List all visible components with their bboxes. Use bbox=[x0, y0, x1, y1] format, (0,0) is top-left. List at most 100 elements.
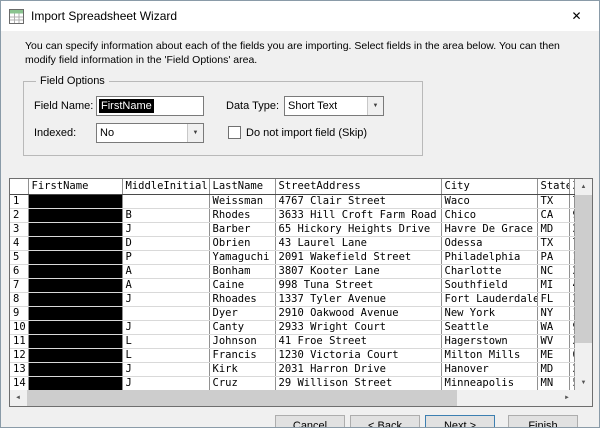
back-button[interactable]: < Back bbox=[350, 415, 420, 428]
cell[interactable] bbox=[122, 194, 209, 208]
cell[interactable]: 1230 Victoria Court bbox=[275, 348, 441, 362]
column-header[interactable]: State bbox=[537, 179, 569, 194]
cell[interactable]: WA bbox=[537, 320, 569, 334]
cell[interactable]: 9 bbox=[569, 208, 575, 222]
next-button[interactable]: Next > bbox=[425, 415, 495, 428]
cell[interactable]: WV bbox=[537, 334, 569, 348]
cell[interactable]: Timothy bbox=[28, 334, 122, 348]
cell[interactable]: 3 bbox=[569, 292, 575, 306]
cell[interactable]: 2 bbox=[569, 222, 575, 236]
cell[interactable]: B bbox=[122, 208, 209, 222]
horizontal-scrollbar-thumb[interactable] bbox=[27, 390, 457, 406]
cell[interactable]: PA bbox=[537, 250, 569, 264]
vertical-scrollbar-thumb[interactable] bbox=[575, 195, 592, 343]
column-header[interactable]: LastName bbox=[209, 179, 275, 194]
field-name-input[interactable]: FirstName bbox=[96, 96, 204, 116]
cell[interactable]: Johnson bbox=[209, 334, 275, 348]
cell[interactable]: 1 bbox=[569, 250, 575, 264]
cell[interactable]: A bbox=[122, 278, 209, 292]
cell[interactable]: Joseph bbox=[28, 362, 122, 376]
cell[interactable]: ME bbox=[537, 348, 569, 362]
cell[interactable]: Joyce bbox=[28, 306, 122, 320]
close-icon[interactable]: ✕ bbox=[554, 1, 599, 31]
indexed-select[interactable]: No ▼ bbox=[96, 123, 204, 143]
cell[interactable]: 1 bbox=[569, 306, 575, 320]
cell[interactable]: Grace bbox=[28, 376, 122, 390]
cell[interactable]: 2 bbox=[569, 264, 575, 278]
cell[interactable]: Rhoades bbox=[209, 292, 275, 306]
cell[interactable]: Milton Mills bbox=[441, 348, 537, 362]
cell[interactable]: Havre De Grace bbox=[441, 222, 537, 236]
cell[interactable]: Obrien bbox=[209, 236, 275, 250]
cell[interactable]: 998 Tuna Street bbox=[275, 278, 441, 292]
cell[interactable]: MN bbox=[537, 376, 569, 390]
cell[interactable]: TX bbox=[537, 194, 569, 208]
cell[interactable]: Caine bbox=[209, 278, 275, 292]
cell[interactable]: NC bbox=[537, 264, 569, 278]
cell[interactable]: Dyer bbox=[209, 306, 275, 320]
cell[interactable]: Nydia bbox=[28, 320, 122, 334]
cell[interactable]: J bbox=[122, 292, 209, 306]
skip-checkbox[interactable] bbox=[228, 126, 241, 139]
cell[interactable]: Waco bbox=[441, 194, 537, 208]
cell[interactable]: L bbox=[122, 348, 209, 362]
column-header[interactable]: FirstName bbox=[28, 179, 122, 194]
cell[interactable]: MI bbox=[537, 278, 569, 292]
cell[interactable]: Roland bbox=[28, 250, 122, 264]
cell[interactable]: 2091 Wakefield Street bbox=[275, 250, 441, 264]
cell[interactable]: MD bbox=[537, 222, 569, 236]
cell[interactable]: J bbox=[122, 222, 209, 236]
cell[interactable]: Hagerstown bbox=[441, 334, 537, 348]
cell[interactable]: 4 bbox=[569, 278, 575, 292]
cell[interactable]: Edgar bbox=[28, 208, 122, 222]
cell[interactable]: Bernadette bbox=[28, 194, 122, 208]
cell[interactable]: 0 bbox=[569, 348, 575, 362]
cell[interactable]: 3807 Kooter Lane bbox=[275, 264, 441, 278]
cell[interactable]: Canty bbox=[209, 320, 275, 334]
titlebar[interactable]: Import Spreadsheet Wizard ✕ bbox=[1, 1, 599, 31]
cell[interactable]: CA bbox=[537, 208, 569, 222]
cell[interactable]: Weissman bbox=[209, 194, 275, 208]
cell[interactable]: 43 Laurel Lane bbox=[275, 236, 441, 250]
cell[interactable]: FL bbox=[537, 292, 569, 306]
cell[interactable]: 2 bbox=[569, 362, 575, 376]
cell[interactable]: Seattle bbox=[441, 320, 537, 334]
column-header[interactable]: City bbox=[441, 179, 537, 194]
data-type-select[interactable]: Short Text ▼ bbox=[284, 96, 384, 116]
cell[interactable]: Minneapolis bbox=[441, 376, 537, 390]
cell[interactable]: P bbox=[122, 250, 209, 264]
column-header[interactable]: StreetAddress bbox=[275, 179, 441, 194]
cell[interactable]: Barber bbox=[209, 222, 275, 236]
cell[interactable]: 2 bbox=[569, 334, 575, 348]
cell[interactable]: 9 bbox=[569, 320, 575, 334]
cell[interactable]: Odessa bbox=[441, 236, 537, 250]
cell[interactable]: Kirk bbox=[209, 362, 275, 376]
cell[interactable]: Olive bbox=[28, 236, 122, 250]
chevron-down-icon[interactable]: ▼ bbox=[187, 124, 203, 142]
cell[interactable]: J bbox=[122, 320, 209, 334]
cell[interactable]: A bbox=[122, 264, 209, 278]
finish-button[interactable]: Finish bbox=[508, 415, 578, 428]
cell[interactable]: 29 Willison Street bbox=[275, 376, 441, 390]
cell[interactable]: 7 bbox=[569, 236, 575, 250]
scroll-up-icon[interactable]: ▲ bbox=[575, 179, 592, 194]
cell[interactable]: Michael bbox=[28, 222, 122, 236]
scroll-down-icon[interactable]: ▼ bbox=[575, 375, 592, 390]
cell[interactable]: Bonham bbox=[209, 264, 275, 278]
scroll-left-icon[interactable]: ◄ bbox=[10, 390, 26, 406]
horizontal-scrollbar[interactable]: ◄ ► bbox=[10, 390, 575, 406]
cell[interactable]: Philadelphia bbox=[441, 250, 537, 264]
cell[interactable]: Rhodes bbox=[209, 208, 275, 222]
column-header[interactable]: Z bbox=[569, 179, 575, 194]
cell[interactable]: D bbox=[122, 236, 209, 250]
cell[interactable]: 41 Froe Street bbox=[275, 334, 441, 348]
vertical-scrollbar[interactable]: ▲ ▼ bbox=[575, 179, 592, 390]
column-header[interactable]: MiddleInitial bbox=[122, 179, 209, 194]
cell[interactable]: Chico bbox=[441, 208, 537, 222]
cell[interactable]: Francis bbox=[209, 348, 275, 362]
cell[interactable]: MD bbox=[537, 362, 569, 376]
cell[interactable]: J bbox=[122, 376, 209, 390]
cell[interactable]: Charlotte bbox=[441, 264, 537, 278]
cell[interactable]: 5 bbox=[569, 376, 575, 390]
scroll-right-icon[interactable]: ► bbox=[559, 390, 575, 406]
